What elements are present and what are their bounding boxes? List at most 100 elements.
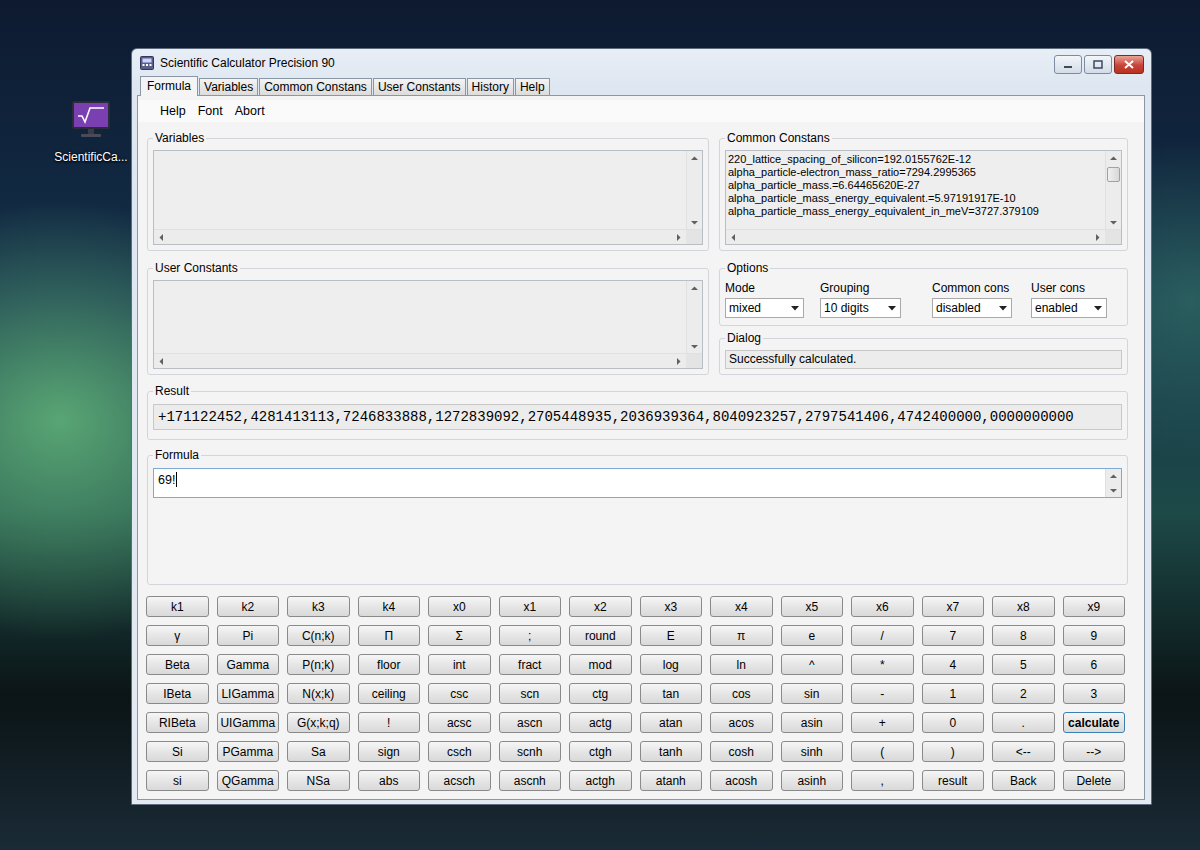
key-button[interactable]: floor (358, 654, 421, 675)
vertical-scrollbar[interactable] (686, 151, 702, 229)
key-button[interactable]: ( (851, 741, 914, 762)
key-button[interactable]: 7 (922, 625, 985, 646)
key-button[interactable]: , (851, 770, 914, 791)
key-button[interactable]: G(x;k;q) (287, 712, 350, 733)
key-button[interactable]: result (922, 770, 985, 791)
key-button[interactable]: Sa (287, 741, 350, 762)
scroll-track[interactable] (687, 295, 702, 339)
tab[interactable]: User Constants (373, 78, 466, 95)
formula-input[interactable]: 69! (153, 468, 1122, 498)
scroll-down-button[interactable] (1106, 483, 1121, 497)
scroll-left-button[interactable] (154, 230, 169, 244)
tab[interactable]: Formula (140, 76, 198, 96)
option-dropdown[interactable]: enabled (1031, 298, 1107, 318)
key-button[interactable]: 1 (922, 683, 985, 704)
key-button[interactable]: x4 (710, 596, 773, 617)
key-button[interactable]: acsc (428, 712, 491, 733)
key-button[interactable]: ctg (569, 683, 632, 704)
key-button[interactable]: asin (781, 712, 844, 733)
key-button[interactable]: e (781, 625, 844, 646)
key-button[interactable]: log (640, 654, 703, 675)
option-dropdown[interactable]: 10 digits (820, 298, 901, 318)
scroll-thumb[interactable] (1107, 167, 1120, 182)
key-button[interactable]: 4 (922, 654, 985, 675)
scroll-up-button[interactable] (1106, 469, 1121, 483)
key-button[interactable]: actg (569, 712, 632, 733)
key-button[interactable]: x6 (851, 596, 914, 617)
key-button[interactable]: round (569, 625, 632, 646)
menu-item[interactable]: Font (192, 104, 229, 118)
scroll-left-button[interactable] (726, 230, 741, 244)
key-button[interactable]: 9 (1063, 625, 1126, 646)
key-button[interactable]: ) (922, 741, 985, 762)
scroll-right-button[interactable] (671, 230, 686, 244)
key-button[interactable]: . (992, 712, 1055, 733)
key-button[interactable]: - (851, 683, 914, 704)
horizontal-scrollbar[interactable] (154, 354, 686, 368)
key-button[interactable]: mod (569, 654, 632, 675)
key-button[interactable]: Σ (428, 625, 491, 646)
tab[interactable]: Help (515, 78, 550, 95)
key-button[interactable]: IBeta (146, 683, 209, 704)
key-button[interactable]: sin (781, 683, 844, 704)
key-button[interactable]: scnh (499, 741, 562, 762)
key-button[interactable]: x0 (428, 596, 491, 617)
scroll-right-button[interactable] (671, 354, 686, 368)
scroll-right-button[interactable] (1090, 230, 1105, 244)
key-button[interactable]: x8 (992, 596, 1055, 617)
key-button[interactable]: π (710, 625, 773, 646)
key-button[interactable]: NSa (287, 770, 350, 791)
key-button[interactable]: actgh (569, 770, 632, 791)
key-button[interactable]: <-- (992, 741, 1055, 762)
key-button[interactable]: PGamma (217, 741, 280, 762)
vertical-scrollbar[interactable] (1105, 151, 1121, 229)
key-button[interactable]: ceiling (358, 683, 421, 704)
menu-item[interactable]: Abort (229, 104, 271, 118)
key-button[interactable]: fract (499, 654, 562, 675)
scroll-left-button[interactable] (154, 354, 169, 368)
list-item[interactable]: alpha_particle_mass.=6.64465620E-27 (728, 179, 1103, 192)
menu-item[interactable]: Help (154, 104, 192, 118)
key-button[interactable]: tanh (640, 741, 703, 762)
key-button[interactable]: Π (358, 625, 421, 646)
key-button[interactable]: x5 (781, 596, 844, 617)
key-button[interactable]: k2 (217, 596, 280, 617)
scroll-track[interactable] (1106, 165, 1121, 215)
key-button[interactable]: / (851, 625, 914, 646)
key-button[interactable]: Back (992, 770, 1055, 791)
key-button[interactable]: Gamma (217, 654, 280, 675)
key-button[interactable]: acosh (710, 770, 773, 791)
key-button[interactable]: cosh (710, 741, 773, 762)
key-button[interactable]: int (428, 654, 491, 675)
key-button[interactable]: k1 (146, 596, 209, 617)
key-button[interactable]: x7 (922, 596, 985, 617)
scroll-track[interactable] (741, 230, 1090, 244)
key-button[interactable]: C(n;k) (287, 625, 350, 646)
key-button[interactable]: abs (358, 770, 421, 791)
key-button[interactable]: scn (499, 683, 562, 704)
key-button[interactable]: ctgh (569, 741, 632, 762)
scroll-track[interactable] (169, 354, 671, 368)
vertical-scrollbar[interactable] (1105, 469, 1121, 497)
key-button[interactable]: asinh (781, 770, 844, 791)
scroll-down-button[interactable] (687, 215, 702, 229)
key-button[interactable]: x1 (499, 596, 562, 617)
scroll-down-button[interactable] (687, 339, 702, 353)
key-button[interactable]: N(x;k) (287, 683, 350, 704)
key-button[interactable]: acsch (428, 770, 491, 791)
key-button[interactable]: Pi (217, 625, 280, 646)
key-button[interactable]: 3 (1063, 683, 1126, 704)
result-field[interactable]: +171122452,4281413113,7246833888,1272839… (153, 404, 1122, 430)
key-button[interactable]: 6 (1063, 654, 1126, 675)
key-button[interactable]: x2 (569, 596, 632, 617)
horizontal-scrollbar[interactable] (154, 230, 686, 244)
vertical-scrollbar[interactable] (686, 281, 702, 353)
key-button[interactable]: Delete (1063, 770, 1126, 791)
key-button[interactable]: γ (146, 625, 209, 646)
key-button[interactable]: --> (1063, 741, 1126, 762)
scroll-up-button[interactable] (687, 281, 702, 295)
key-button[interactable]: RIBeta (146, 712, 209, 733)
key-button[interactable]: atanh (640, 770, 703, 791)
list-item[interactable]: alpha_particle_mass_energy_equivalent.=5… (728, 192, 1103, 205)
tab[interactable]: Variables (199, 78, 258, 95)
